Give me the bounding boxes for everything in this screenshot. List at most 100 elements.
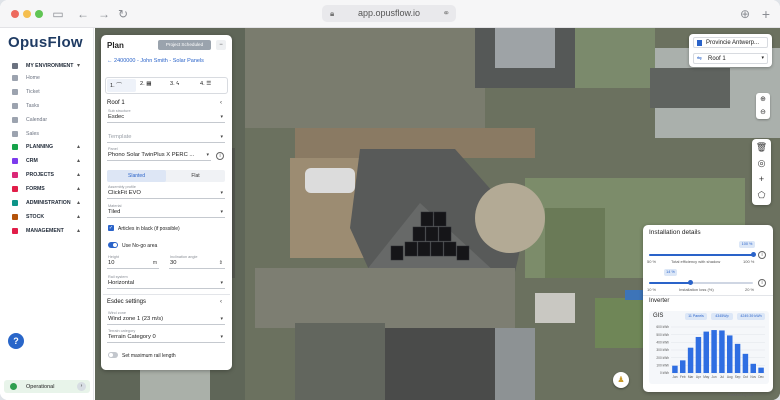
chart-bar-may[interactable] <box>703 331 709 373</box>
chart-bar-sep[interactable] <box>734 343 741 373</box>
roof-select[interactable]: ⇋ Roof 1 ▾ <box>693 53 768 64</box>
link-icon[interactable]: ⚭ <box>442 5 450 22</box>
rail-system-select[interactable]: Rail system Horizontal ▾ <box>107 275 225 289</box>
add-icon[interactable]: + <box>752 172 771 187</box>
sidebar-item-label: Ticket <box>26 89 40 95</box>
draw-shape-icon[interactable]: ⬠ <box>752 188 771 203</box>
tab-slanted[interactable]: Slanted <box>107 170 166 182</box>
sidebar-item-label: PROJECTS <box>26 172 54 178</box>
chart-bar-feb[interactable] <box>680 360 686 373</box>
x-tick-label: Mar <box>688 375 694 379</box>
close-dot[interactable] <box>11 10 19 18</box>
flag-icon <box>697 40 702 46</box>
loss-knob[interactable] <box>688 280 694 285</box>
chart-bar-aug[interactable] <box>727 335 733 373</box>
chart-bar-apr[interactable] <box>695 336 702 373</box>
minimize-panel-icon[interactable]: − <box>216 40 226 50</box>
new-tab-icon[interactable]: + <box>758 6 774 22</box>
chart-bar-jun[interactable] <box>711 330 717 373</box>
back-arrow-icon[interactable]: ← <box>75 6 91 22</box>
panel-select[interactable]: Panel Phono Solar TwinPlus X PERC ... ▾ <box>107 147 211 161</box>
chart-bar-jan[interactable] <box>672 365 678 373</box>
roof-type-tabs: Slanted Flat <box>107 170 225 182</box>
chevron-icon[interactable]: ▴ <box>77 171 80 178</box>
sidebar-item[interactable]: STOCK ▴ <box>0 211 94 224</box>
collapse-icon[interactable]: › <box>77 382 86 391</box>
step-1[interactable]: 1. ⌒ <box>110 81 122 89</box>
windzone-select[interactable]: Wind zone Wind zone 1 (23 m/s) ▾ <box>107 311 225 325</box>
chart-bar-nov[interactable] <box>750 363 756 373</box>
zoom-in-icon[interactable]: ⊕ <box>756 93 770 106</box>
terrain-select[interactable]: Terrain category Terrain Category 0 ▾ <box>107 329 225 343</box>
sidebar-item-icon <box>12 117 18 123</box>
nogo-toggle[interactable] <box>108 242 118 248</box>
sidebar-item[interactable]: PROJECTS ▴ <box>0 169 94 182</box>
efficiency-knob[interactable] <box>750 252 756 257</box>
sidebar-item[interactable]: Ticket <box>0 86 94 99</box>
minimize-dot[interactable] <box>23 10 31 18</box>
delete-icon[interactable]: 🗑︎ <box>752 140 771 155</box>
sidebar-item[interactable]: FORMS ▴ <box>0 183 94 196</box>
y-tick-label: 400 kWh <box>656 341 669 345</box>
zoom-out-icon[interactable]: ⊖ <box>756 106 770 119</box>
chevron-icon[interactable]: ▴ <box>77 213 80 220</box>
info-icon[interactable]: i <box>758 279 766 287</box>
maximize-dot[interactable] <box>35 10 43 18</box>
sidebar-item-label: Calendar <box>26 117 48 123</box>
nogo-toggle-row[interactable]: Use No-go area <box>107 241 225 250</box>
efficiency-slider[interactable] <box>649 252 756 257</box>
inverter-title[interactable]: Inverter <box>649 298 669 304</box>
chevron-icon[interactable]: ▾ <box>77 62 80 69</box>
chevron-icon[interactable]: ▴ <box>77 143 80 150</box>
roof-section-header[interactable]: Roof 1 ‹ <box>107 100 222 106</box>
compass-icon[interactable]: ♟ <box>613 372 629 388</box>
chevron-icon[interactable]: ▴ <box>77 185 80 192</box>
sidebar-item-label: FORMS <box>26 186 45 192</box>
forward-arrow-icon[interactable]: → <box>96 6 112 22</box>
max-rail-toggle[interactable] <box>108 352 118 358</box>
chart-bar-jul[interactable] <box>719 330 725 373</box>
step-2[interactable]: 2. ▦ <box>140 81 152 87</box>
sidebar-item[interactable]: CRM ▴ <box>0 155 94 168</box>
sidebar-item[interactable]: Calendar <box>0 114 94 127</box>
step-3[interactable]: 3. ϟ <box>170 81 179 87</box>
project-scheduled-badge[interactable]: Project Scheduled <box>158 40 211 50</box>
loss-slider[interactable] <box>649 280 753 285</box>
articles-black-checkbox[interactable]: ✓ Articles in black (if possible) <box>107 224 225 233</box>
chart-bar-dec[interactable] <box>758 367 764 373</box>
help-button[interactable]: ? <box>8 333 24 349</box>
sidebar-item[interactable]: ADMINISTRATION ▴ <box>0 197 94 210</box>
sidebar-item[interactable]: Tasks <box>0 100 94 113</box>
chevron-icon[interactable]: ▴ <box>77 157 80 164</box>
sidebar-item[interactable]: MANAGEMENT ▴ <box>0 225 94 238</box>
sidebar-item[interactable]: Home <box>0 72 94 85</box>
reload-icon[interactable]: ↻ <box>115 6 131 22</box>
layers-icon[interactable]: ◎ <box>752 156 771 171</box>
address-bar[interactable]: 🔒︎ app.opusflow.io ⚭ <box>322 5 456 22</box>
info-icon[interactable]: i <box>216 152 224 160</box>
substructure-select[interactable]: Sub structure Esdec ▾ <box>107 109 225 123</box>
province-select[interactable]: Provincie Antwerp... <box>693 37 768 48</box>
sidebar-item[interactable]: Sales <box>0 128 94 141</box>
step-4[interactable]: 4. ☰ <box>200 81 211 87</box>
template-select[interactable]: Template ▾ <box>107 129 225 143</box>
download-icon[interactable]: ⊕ <box>737 6 753 22</box>
chevron-icon[interactable]: ▴ <box>77 227 80 234</box>
project-link[interactable]: ← 2400000 - John Smith - Solar Panels <box>107 58 204 64</box>
roof-value: Roof 1 <box>708 56 726 62</box>
assembly-profile-select[interactable]: Assembly profile ClickFit EVO ▾ <box>107 185 225 199</box>
sidebar-item-icon <box>12 144 18 150</box>
info-icon[interactable]: i <box>758 251 766 259</box>
max-rail-toggle-row[interactable]: Set maximum rail length <box>107 351 225 360</box>
tab-flat[interactable]: Flat <box>166 170 225 182</box>
chart-bar-mar[interactable] <box>687 347 694 373</box>
chevron-icon[interactable]: ▴ <box>77 199 80 206</box>
sidebar-item[interactable]: PLANNING ▴ <box>0 141 94 154</box>
height-input[interactable]: Height 10 m <box>107 255 159 269</box>
sidebar-toggle-icon[interactable]: ▭ <box>50 6 66 22</box>
esdec-settings-header[interactable]: Esdec settings ‹ <box>107 299 222 305</box>
chart-bar-oct[interactable] <box>742 353 749 373</box>
browser-toolbar: ▭ ← → ↻ 🔒︎ app.opusflow.io ⚭ ⊕ + <box>0 0 780 28</box>
material-select[interactable]: Material Tiled ▾ <box>107 204 225 218</box>
inclination-input[interactable]: Inclination angle 30 ⇕ <box>169 255 225 269</box>
